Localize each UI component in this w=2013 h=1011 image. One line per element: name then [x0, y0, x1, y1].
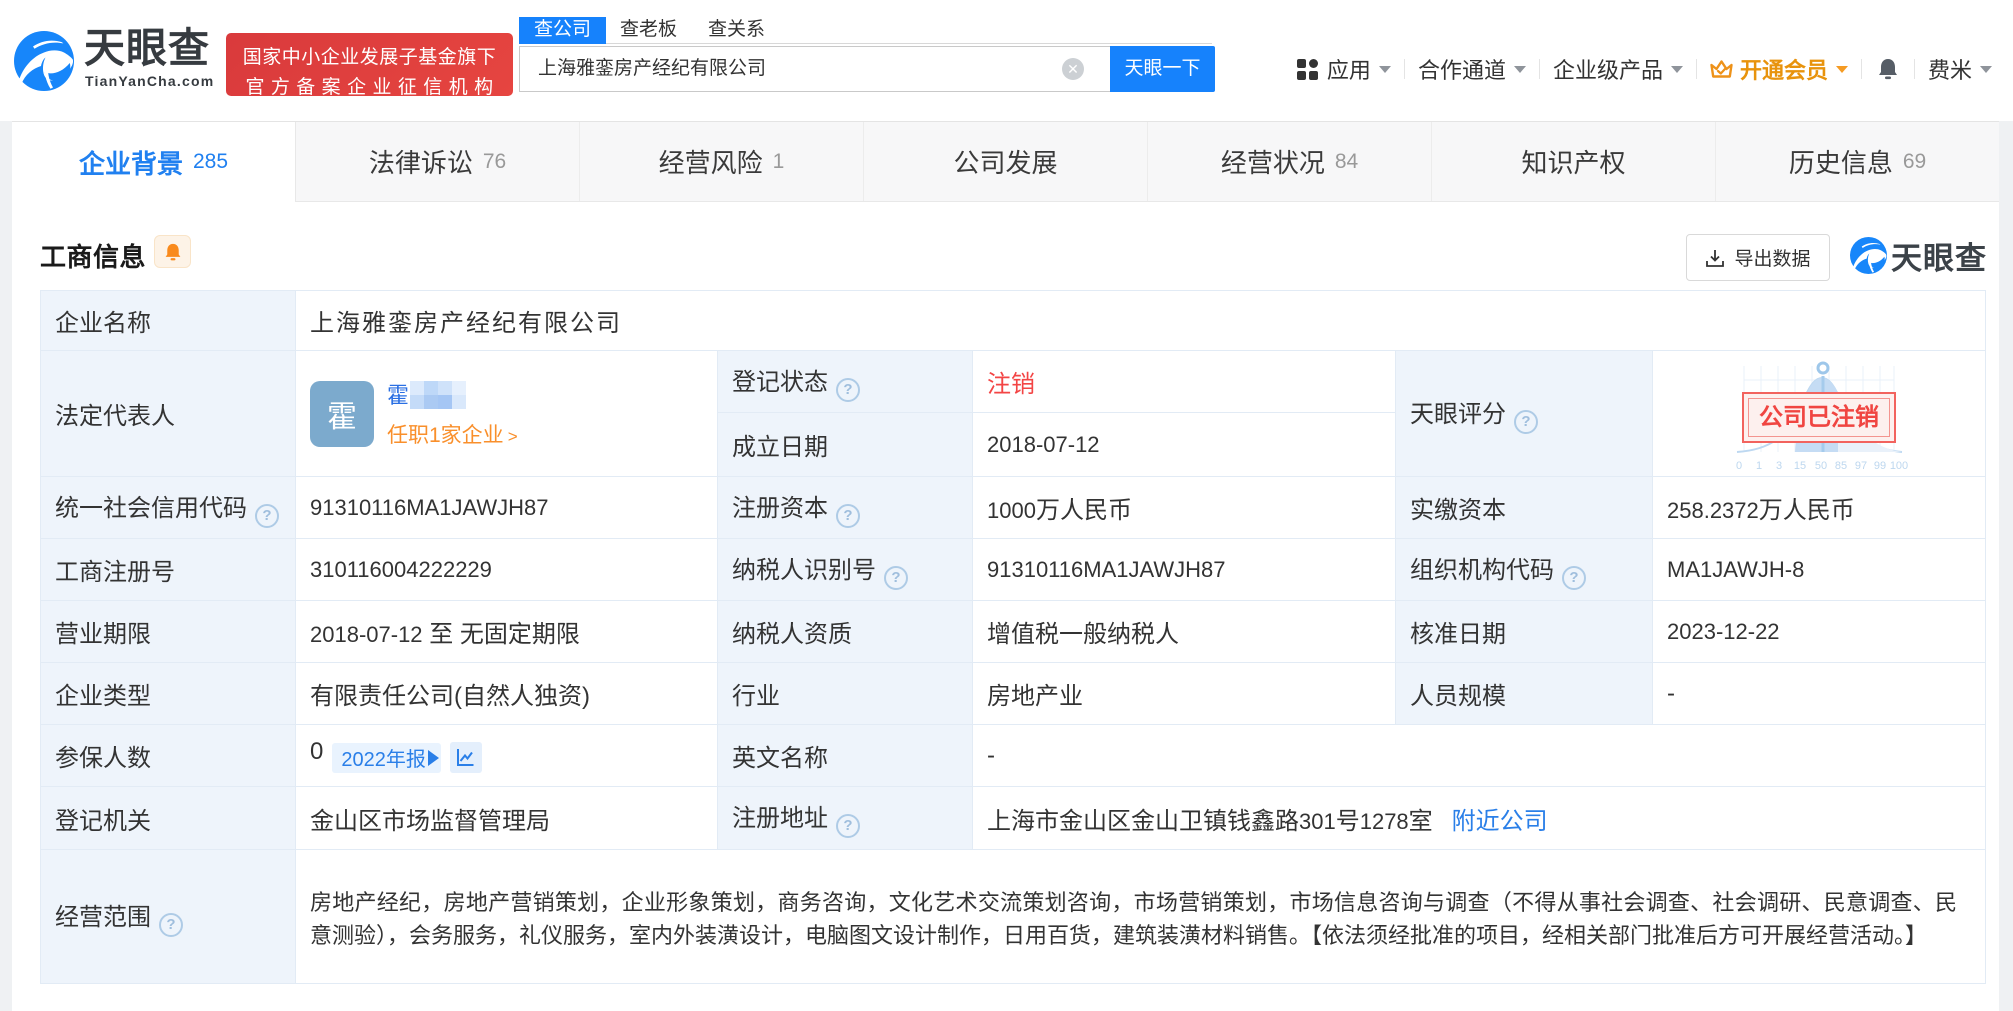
svg-text:0: 0	[1736, 460, 1742, 472]
svg-text:97: 97	[1855, 460, 1867, 472]
svg-text:3: 3	[1776, 460, 1782, 472]
svg-text:15: 15	[1794, 460, 1806, 472]
svg-text:99: 99	[1874, 460, 1886, 472]
svg-text:100: 100	[1890, 460, 1908, 472]
svg-text:1: 1	[1756, 460, 1762, 472]
svg-text:50: 50	[1815, 460, 1827, 472]
svg-text:85: 85	[1835, 460, 1847, 472]
